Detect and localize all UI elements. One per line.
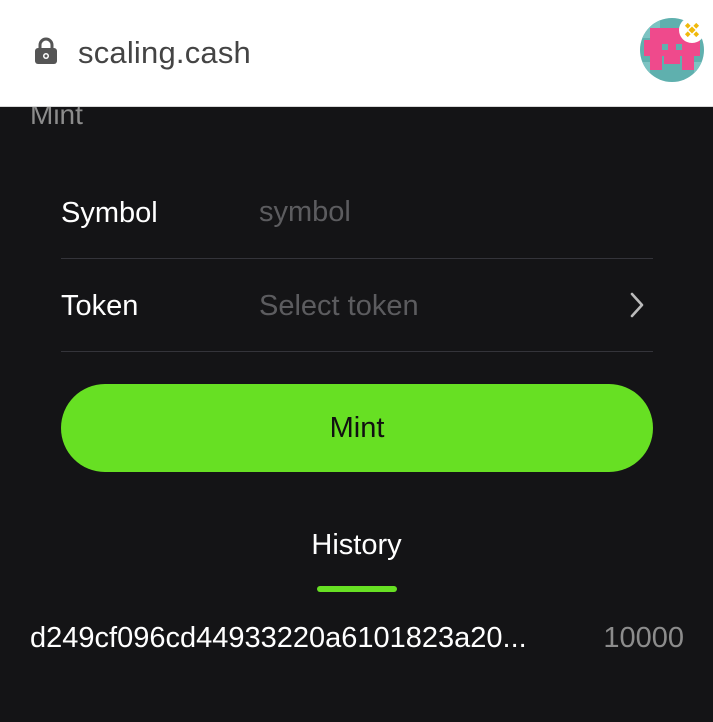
chevron-right-icon[interactable] bbox=[627, 290, 647, 320]
token-label: Token bbox=[61, 290, 139, 322]
transaction-hash: d249cf096cd44933220a6101823a20... bbox=[30, 622, 527, 654]
transaction-amount: 10000 bbox=[603, 622, 684, 654]
account-avatar[interactable] bbox=[638, 16, 706, 84]
select-token-field[interactable]: Select token bbox=[259, 288, 419, 324]
browser-address-bar[interactable]: scaling.cash bbox=[0, 0, 713, 107]
section-title: Mint bbox=[30, 107, 83, 130]
lock-icon bbox=[35, 37, 57, 64]
symbol-row: Symbol bbox=[61, 165, 653, 259]
mint-page: Mint Symbol Token Select token Mint Hist… bbox=[0, 107, 713, 722]
symbol-label: Symbol bbox=[61, 197, 158, 229]
tab-active-indicator bbox=[317, 586, 397, 592]
symbol-input[interactable] bbox=[259, 191, 619, 233]
binance-badge-icon bbox=[679, 17, 705, 43]
token-row[interactable]: Token Select token bbox=[61, 258, 653, 352]
url-text[interactable]: scaling.cash bbox=[78, 34, 251, 72]
tab-history[interactable]: History bbox=[0, 527, 713, 563]
history-list-item[interactable]: d249cf096cd44933220a6101823a20... 10000 bbox=[30, 619, 690, 659]
mint-button[interactable]: Mint bbox=[61, 384, 653, 472]
